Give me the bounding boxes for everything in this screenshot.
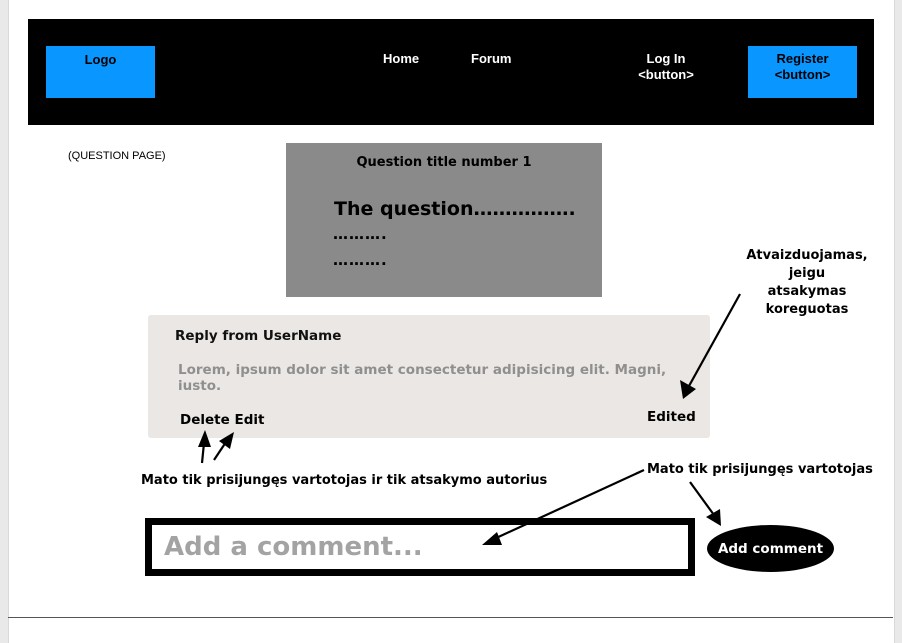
question-body-line: ………. [333,225,388,243]
nav-link-home[interactable]: Home [383,51,419,67]
logo-label: Logo [84,52,117,67]
annotation-edited-line: atsakymas koreguotas [765,284,849,317]
register-label: Register [776,51,829,66]
nav-link-forum[interactable]: Forum [471,51,511,67]
edit-button[interactable]: Edit [234,412,264,428]
reply-card: Reply from UserName Lorem, ipsum dolor s… [148,315,710,438]
login-label: Log In [646,51,686,66]
logo[interactable]: Logo [46,46,155,98]
login-type-note: <button> [638,67,694,82]
delete-button[interactable]: Delete [180,412,230,428]
footer-divider [8,617,893,618]
register-type-note: <button> [774,67,831,82]
annotation-author-only: Mato tik prisijungęs vartotojas ir tik a… [141,473,548,488]
reply-text: Lorem, ipsum dolor sit amet consectetur … [178,362,667,394]
comment-input[interactable] [145,518,695,576]
question-card: Question title number 1 The question…………… [286,143,602,297]
reply-author: Reply from UserName [175,328,342,344]
edited-badge: Edited [647,409,696,425]
annotation-edited-line: Atvaizduojamas, jeigu [746,248,868,281]
register-button[interactable]: Register <button> [748,46,857,98]
page-label: (QUESTION PAGE) [68,150,166,162]
annotation-edited: Atvaizduojamas, jeigu atsakymas koreguot… [727,247,887,319]
navbar: Logo Home Forum Log In <button> Register… [28,19,874,125]
add-comment-button[interactable]: Add comment [707,525,834,572]
question-title: Question title number 1 [356,155,532,170]
login-button[interactable]: Log In <button> [634,51,698,83]
question-body: The question……………. [334,198,576,220]
annotation-logged-in-only: Mato tik prisijungęs vartotojas [647,462,873,477]
question-body-line: ………. [333,251,388,269]
reply-actions: Delete Edit [180,412,264,428]
